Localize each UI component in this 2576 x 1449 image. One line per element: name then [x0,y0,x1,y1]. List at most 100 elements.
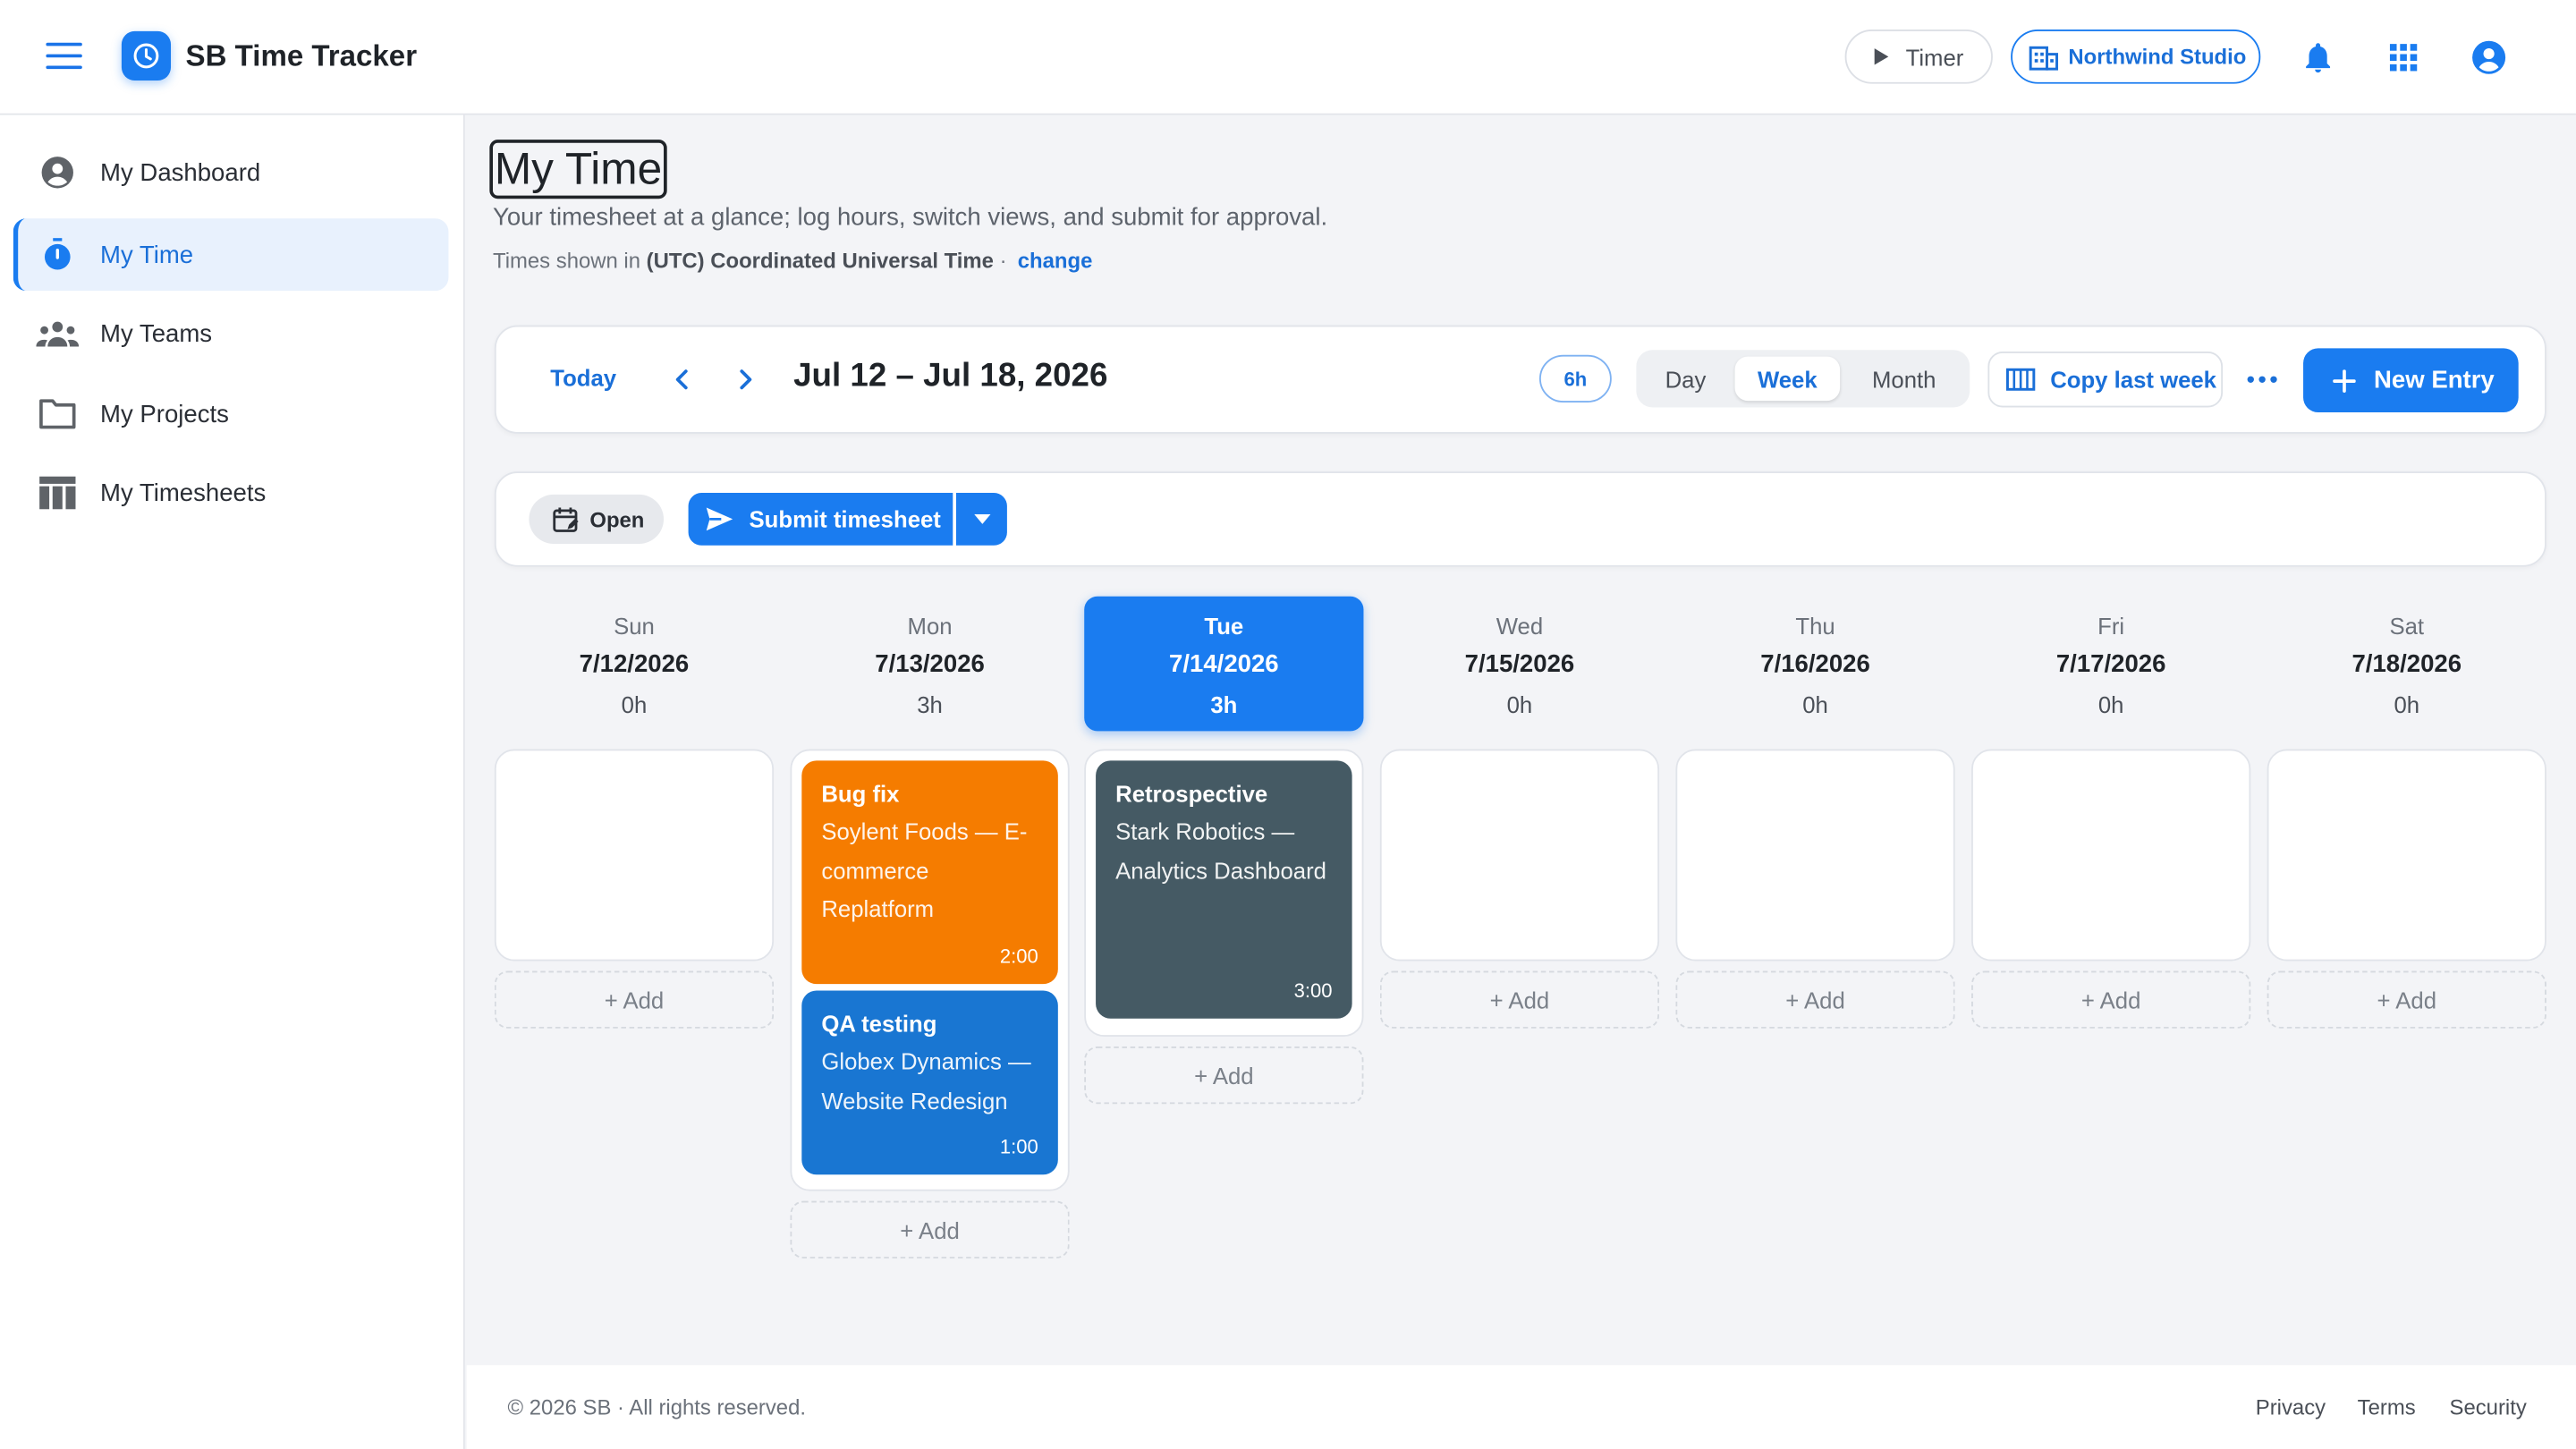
add-entry-button[interactable]: + Add [1675,970,1955,1029]
submit-timesheet-label: Submit timesheet [749,505,941,533]
app-title: SB Time Tracker [185,39,418,72]
day-date: 7/17/2026 [2055,650,2166,679]
sidebar-item-my-timesheets[interactable]: My Timesheets [13,457,449,530]
day-column-fri[interactable] [1971,749,2251,962]
day-column-wed[interactable] [1379,749,1660,962]
day-column-tue[interactable]: Retrospective Stark Robotics — Analytics… [1084,749,1364,1037]
status-badge: Open [529,494,665,544]
chevron-right-icon[interactable] [734,365,758,394]
view-day-button[interactable]: Day [1643,357,1729,402]
entry-project: Globex Dynamics — Website Redesign [821,1047,1031,1114]
play-icon [1874,48,1889,65]
day-header-thu: Thu 7/16/2026 0h [1675,597,1954,732]
add-entry-button[interactable]: + Add [790,1200,1070,1258]
week-toolbar: Today Jul 12 – Jul 18, 2026 6h Day Week … [494,325,2546,434]
change-timezone-link[interactable]: change [1018,248,1093,273]
caret-down-icon[interactable] [955,493,1007,546]
group-icon [36,316,80,352]
page-subtitle: Your timesheet at a glance; log hours, s… [493,203,1328,232]
day-header-tue[interactable]: Tue 7/14/2026 3h [1084,596,1364,732]
day-hours: 0h [2097,691,2124,718]
entry-title: Retrospective [1115,780,1268,807]
day-name: Wed [1496,613,1544,640]
day-header-fri: Fri 7/17/2026 0h [1971,597,2250,732]
timesheet-status-bar: Open Submit timesheet [494,471,2546,567]
sidebar-item-label: My Timesheets [100,479,267,507]
add-entry-button[interactable]: + Add [1084,1046,1364,1105]
sidebar-item-my-teams[interactable]: My Teams [13,297,449,369]
day-date: 7/14/2026 [1169,650,1279,679]
view-month-button[interactable]: Month [1846,357,1962,402]
sidebar-item-my-projects[interactable]: My Projects [13,377,449,450]
day-date: 7/15/2026 [1464,650,1575,679]
security-link[interactable]: Security [2450,1394,2527,1419]
add-entry-button[interactable]: + Add [494,970,775,1029]
timezone-prefix: Times shown in [493,248,640,273]
privacy-link[interactable]: Privacy [2256,1394,2326,1419]
bell-icon[interactable] [2300,39,2335,75]
building-icon [2029,45,2059,70]
day-date: 7/12/2026 [579,650,690,679]
day-column-mon[interactable]: Bug fix Soylent Foods — E-commerce Repla… [790,749,1070,1191]
entry-duration: 3:00 [1293,979,1333,1003]
timezone-separator: · [999,248,1007,273]
time-entry-card[interactable]: Bug fix Soylent Foods — E-commerce Repla… [801,760,1058,985]
entry-title: Bug fix [821,780,900,807]
chevron-left-icon[interactable] [670,365,693,394]
day-header-wed: Wed 7/15/2026 0h [1380,597,1659,732]
add-entry-button[interactable]: + Add [1971,970,2251,1029]
copy-last-week-button[interactable]: Copy last week [1987,352,2224,408]
more-options-icon[interactable] [2244,363,2280,396]
view-week-button[interactable]: Week [1734,356,1841,402]
entry-project: Soylent Foods — E-commerce Replatform [821,818,1028,922]
day-column-sat[interactable] [2267,749,2546,962]
status-label: Open [589,506,645,532]
day-name: Sun [614,613,655,640]
day-hours: 3h [1210,691,1238,718]
day-date: 7/16/2026 [1760,650,1870,679]
day-name: Thu [1795,613,1835,640]
sidebar-item-my-dashboard[interactable]: My Dashboard [13,136,449,208]
sidebar-item-label: My Projects [100,400,229,428]
timer-button[interactable]: Timer [1844,30,1993,84]
entry-duration: 2:00 [999,945,1038,968]
entry-duration: 1:00 [999,1135,1038,1158]
date-range: Jul 12 – Jul 18, 2026 [793,358,1108,394]
timer-label: Timer [1905,43,1964,71]
entry-project: Stark Robotics — Analytics Dashboard [1115,818,1326,884]
day-header-sat: Sat 7/18/2026 0h [2267,597,2546,732]
menu-icon[interactable] [46,42,82,72]
day-hours: 0h [1506,691,1533,718]
timezone-line: Times shown in (UTC) Coordinated Univers… [493,248,1092,273]
add-entry-button[interactable]: + Add [1379,970,1660,1029]
send-icon [706,507,733,531]
entry-title: QA testing [821,1010,937,1037]
top-bar: SB Time Tracker Timer Northwind Studio [0,0,2576,115]
day-column-thu[interactable] [1675,749,1955,962]
submit-timesheet-button[interactable]: Submit timesheet [688,493,953,546]
organization-label: Northwind Studio [2068,44,2247,70]
terms-link[interactable]: Terms [2358,1394,2416,1419]
account-icon[interactable] [2470,39,2506,75]
table-icon [36,475,79,511]
plus-icon [2333,369,2356,393]
footer: © 2026 SB · All rights reserved. Privacy… [466,1365,2576,1449]
copyright: © 2026 SB · All rights reserved. [507,1394,807,1419]
organization-button[interactable]: Northwind Studio [2011,30,2261,84]
columns-icon [2005,368,2036,391]
day-date: 7/13/2026 [875,650,985,679]
apps-grid-icon[interactable] [2385,39,2421,75]
day-date: 7/18/2026 [2351,650,2462,679]
calendar-edit-icon [553,506,579,531]
new-entry-button[interactable]: New Entry [2303,348,2519,413]
day-hours: 0h [2394,691,2420,718]
day-column-sun[interactable] [494,749,775,962]
day-name: Sat [2389,613,2425,640]
time-entry-card[interactable]: QA testing Globex Dynamics — Website Red… [801,990,1058,1175]
folder-icon [36,396,79,432]
sidebar-item-my-time[interactable]: My Time [13,218,449,292]
add-entry-button[interactable]: + Add [2267,970,2546,1029]
timezone-name: (UTC) Coordinated Universal Time [646,248,994,273]
time-entry-card[interactable]: Retrospective Stark Robotics — Analytics… [1096,760,1352,1019]
today-button[interactable]: Today [550,365,616,391]
